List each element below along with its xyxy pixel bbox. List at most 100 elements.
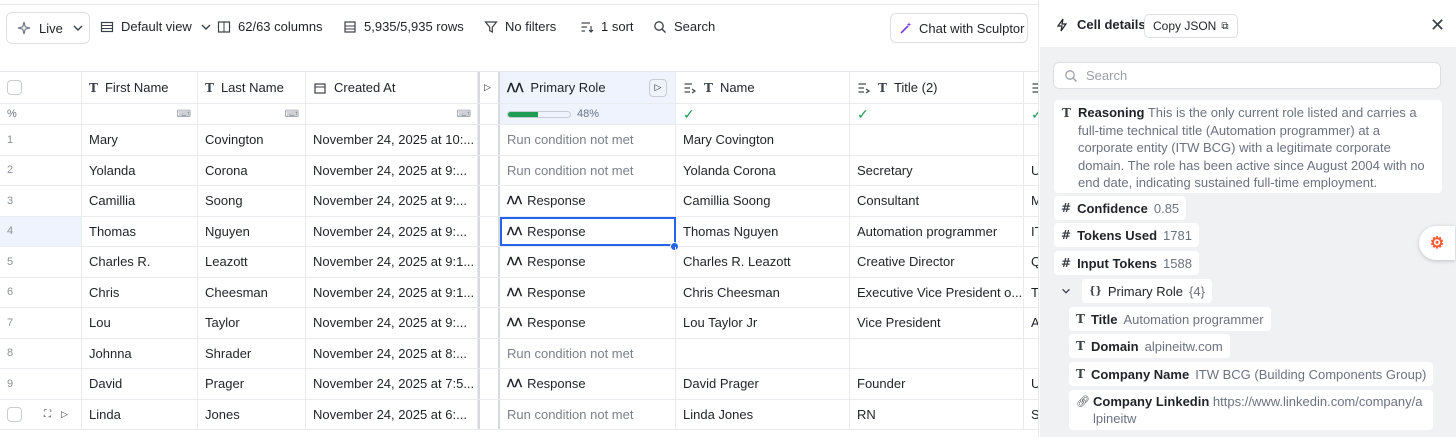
table-row[interactable]: ⛶ ▷ Linda Jones November 24, 2025 at 6:... Ru… — [0, 399, 1038, 430]
table-row[interactable]: 5 Charles R. Leazott November 24, 2025 at 9… — [0, 247, 1038, 278]
cell-primary-role[interactable]: Run condition not met — [500, 125, 676, 155]
table-row[interactable]: 4 Thomas Nguyen November 24, 2025 at 9:... ᐱ… — [0, 216, 1038, 251]
column-header-first-name[interactable]: T First Name — [82, 72, 198, 103]
cell-primary-role[interactable]: ᐱᐱ Response — [500, 308, 676, 338]
table-row[interactable]: 3 Camillia Soong November 24, 2025 at 9:...… — [0, 186, 1038, 217]
select-all-cell[interactable] — [0, 72, 82, 103]
cell-title-2[interactable]: Secretary — [850, 155, 1024, 185]
cell-last-name[interactable]: Cheesman — [198, 277, 306, 307]
row-number[interactable]: 9 — [0, 369, 82, 399]
cell-last-name[interactable]: Prager — [198, 369, 306, 399]
rows-button[interactable]: 5,935/5,935 rows — [343, 19, 464, 34]
row-number[interactable]: 3 — [0, 186, 82, 216]
cell-last-name[interactable]: Taylor — [198, 308, 306, 338]
cell-overflow[interactable]: A — [1024, 308, 1038, 338]
copy-json-button[interactable]: Copy JSON ⧉ — [1144, 14, 1238, 38]
cell-primary-role[interactable]: Run condition not met — [500, 338, 676, 368]
table-row[interactable]: 9 David Prager November 24, 2025 at 7:5... ᐱ… — [0, 369, 1038, 400]
table-row[interactable]: 1 Mary Covington November 24, 2025 at 10:..… — [0, 125, 1038, 156]
row-number[interactable]: 7 — [0, 308, 82, 338]
expand-icon[interactable]: ⛶ — [44, 409, 51, 420]
chat-with-sculptor-button[interactable]: Chat with Sculptor — [890, 13, 1028, 43]
cell-created-at[interactable]: November 24, 2025 at 6:... — [306, 399, 478, 429]
row-number[interactable]: 4 — [0, 216, 82, 246]
live-button[interactable]: Live — [6, 12, 90, 44]
cell-primary-role[interactable]: Run condition not met — [500, 399, 676, 429]
column-header-name[interactable]: T Name — [676, 72, 850, 103]
cell-name[interactable]: Thomas Nguyen — [676, 216, 850, 246]
cell-primary-role[interactable]: ᐱᐱ Response — [500, 186, 676, 216]
cell-last-name[interactable]: Leazott — [198, 247, 306, 277]
cell-last-name[interactable]: Jones — [198, 399, 306, 429]
cell-overflow[interactable]: U — [1024, 369, 1038, 399]
play-icon[interactable]: ▷ — [61, 409, 68, 420]
cell-first-name[interactable]: David — [82, 369, 198, 399]
row-checkbox[interactable] — [7, 406, 22, 422]
cell-title-2[interactable]: RN — [850, 399, 1024, 429]
cell-created-at[interactable]: November 24, 2025 at 9:... — [306, 155, 478, 185]
cell-title-2[interactable]: Automation programmer — [850, 216, 1024, 246]
cell-name[interactable] — [676, 338, 850, 368]
column-header-overflow[interactable] — [1024, 72, 1038, 103]
cell-first-name[interactable]: Camillia — [82, 186, 198, 216]
row-number[interactable]: 8 — [0, 338, 82, 368]
cell-created-at[interactable]: November 24, 2025 at 7:5... — [306, 369, 478, 399]
primary-role-object[interactable]: {} Primary Role {4} — [1082, 279, 1212, 303]
column-header-primary-role[interactable]: ᐱᐱ Primary Role ▷ — [500, 72, 676, 103]
table-row[interactable]: 8 Johnna Shrader November 24, 2025 at 8:...… — [0, 338, 1038, 369]
cell-last-name[interactable]: Covington — [198, 125, 306, 155]
cell-first-name[interactable]: Yolanda — [82, 155, 198, 185]
cell-overflow[interactable]: U — [1024, 156, 1038, 186]
cell-title-2[interactable]: Executive Vice President o... — [850, 277, 1024, 307]
close-icon[interactable]: ✕ — [1430, 15, 1445, 36]
cell-last-name[interactable]: Corona — [198, 155, 306, 185]
row-number[interactable]: 2 — [0, 155, 82, 185]
cell-name[interactable]: Chris Cheesman — [676, 277, 850, 307]
cell-first-name[interactable]: Lou — [82, 308, 198, 338]
cell-overflow[interactable]: S — [1024, 400, 1038, 430]
row-number[interactable]: 1 — [0, 125, 82, 155]
cell-created-at[interactable]: November 24, 2025 at 9:... — [306, 186, 478, 216]
cell-title-2[interactable] — [850, 338, 1024, 368]
cell-last-name[interactable]: Nguyen — [198, 216, 306, 246]
row-number[interactable]: 5 — [0, 247, 82, 277]
cell-title-2[interactable]: Creative Director — [850, 247, 1024, 277]
table-row[interactable]: 7 Lou Taylor November 24, 2025 at 9:... ᐱᐱ Re… — [0, 308, 1038, 339]
run-column-play-icon[interactable]: ▷ — [649, 78, 667, 97]
cell-name[interactable]: David Prager — [676, 369, 850, 399]
run-column-button[interactable]: ▷ — [478, 72, 500, 103]
cell-name[interactable]: Linda Jones — [676, 399, 850, 429]
cell-primary-role[interactable]: ᐱᐱ Response — [500, 369, 676, 399]
columns-button[interactable]: 62/63 columns — [217, 19, 323, 34]
search-button[interactable]: Search — [653, 19, 715, 34]
cell-name[interactable]: Camillia Soong — [676, 186, 850, 216]
view-selector[interactable]: Default view — [100, 19, 213, 34]
cell-created-at[interactable]: November 24, 2025 at 9:1... — [306, 277, 478, 307]
cell-created-at[interactable]: November 24, 2025 at 10:... — [306, 125, 478, 155]
cell-title-2[interactable]: Vice President — [850, 308, 1024, 338]
column-header-last-name[interactable]: T Last Name — [198, 72, 306, 103]
cell-overflow[interactable]: IT — [1024, 217, 1038, 247]
cell-created-at[interactable]: November 24, 2025 at 9:... — [306, 216, 478, 246]
hubspot-launcher-icon[interactable]: ⚙ — [1419, 226, 1455, 260]
cell-primary-role[interactable]: ᐱᐱ Response — [500, 277, 676, 307]
cell-first-name[interactable]: Thomas — [82, 216, 198, 246]
panel-search-input[interactable]: Search — [1053, 62, 1441, 89]
chevron-down-icon[interactable] — [1060, 285, 1072, 300]
table-row[interactable]: 2 Yolanda Corona November 24, 2025 at 9:...… — [0, 155, 1038, 186]
cell-name[interactable]: Charles R. Leazott — [676, 247, 850, 277]
cell-name[interactable]: Mary Covington — [676, 125, 850, 155]
cell-primary-role[interactable]: Run condition not met — [500, 155, 676, 185]
cell-overflow[interactable]: Q — [1024, 247, 1038, 277]
cell-name[interactable]: Lou Taylor Jr — [676, 308, 850, 338]
row-controls[interactable]: ⛶ ▷ — [0, 399, 82, 429]
cell-first-name[interactable]: Chris — [82, 277, 198, 307]
column-header-created-at[interactable]: Created At — [306, 72, 478, 103]
cell-primary-role[interactable]: ᐱᐱ Response — [500, 216, 676, 246]
column-header-title-2[interactable]: T Title (2) — [850, 72, 1024, 103]
cell-title-2[interactable]: Consultant — [850, 186, 1024, 216]
cell-first-name[interactable]: Charles R. — [82, 247, 198, 277]
cell-overflow[interactable] — [1024, 339, 1038, 369]
cell-created-at[interactable]: November 24, 2025 at 9:... — [306, 308, 478, 338]
cell-name[interactable]: Yolanda Corona — [676, 155, 850, 185]
